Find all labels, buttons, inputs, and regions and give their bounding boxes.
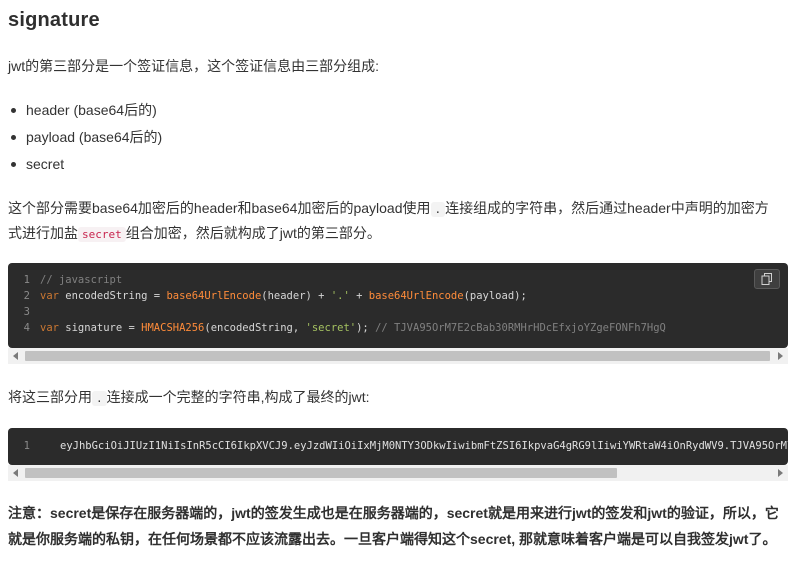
join-paragraph: 将这三部分用. 连接成一个完整的字符串,构成了最终的jwt: bbox=[8, 385, 370, 411]
code-token: signature = bbox=[58, 322, 142, 334]
description-paragraph-line2: 式进行加盐 secret 组合加密，然后就构成了jwt的第三部分。 bbox=[8, 221, 381, 247]
code-block-jwt[interactable]: 1 eyJhbGciOiJIUzI1NiIsInR5cCI6IkpXVCJ9.e… bbox=[8, 428, 788, 465]
code-token: HMACSHA256 bbox=[141, 322, 205, 334]
code-line: 2 var encodedString = base64UrlEncode(hea… bbox=[8, 288, 788, 304]
code-line: 1 eyJhbGciOiJIUzI1NiIsInR5cCI6IkpXVCJ9.e… bbox=[8, 438, 788, 454]
text-segment: 将这三部分用 bbox=[8, 389, 92, 405]
code-line: 1 // javascript bbox=[8, 272, 788, 288]
code-lines: 1 eyJhbGciOiJIUzI1NiIsInR5cCI6IkpXVCJ9.e… bbox=[8, 438, 788, 454]
code-token: base64UrlEncode bbox=[166, 290, 262, 302]
text-segment: 这个部分需要base64加密后的header和base64加密后的payload… bbox=[8, 200, 431, 216]
code-text: // javascript bbox=[40, 272, 122, 288]
line-number: 2 bbox=[23, 290, 30, 302]
scroll-left-arrow-icon[interactable] bbox=[13, 352, 18, 360]
line-number: 1 bbox=[23, 440, 30, 452]
text-segment: 式进行加盐 bbox=[8, 225, 78, 241]
code-token: var bbox=[40, 322, 59, 334]
horizontal-scrollbar[interactable] bbox=[8, 465, 788, 481]
scroll-right-arrow-icon[interactable] bbox=[778, 469, 783, 477]
horizontal-scrollbar[interactable] bbox=[8, 348, 788, 364]
code-text: var signature = HMACSHA256(encodedString… bbox=[40, 320, 666, 336]
copy-icon bbox=[761, 273, 772, 285]
code-lines: 1 // javascript 2 var encodedString = base6… bbox=[8, 272, 788, 336]
code-text: var encodedString = base64UrlEncode(head… bbox=[40, 288, 527, 304]
scrollbar-thumb[interactable] bbox=[25, 468, 617, 478]
code-token: base64UrlEncode bbox=[368, 290, 464, 302]
code-token: (header) + bbox=[261, 290, 331, 302]
warning-note: 注意：secret是保存在服务器端的，jwt的签发生成也是在服务器端的，secr… bbox=[8, 505, 779, 547]
scrollbar-thumb[interactable] bbox=[25, 351, 770, 361]
copy-button[interactable] bbox=[754, 269, 780, 289]
jwt-token-text: eyJhbGciOiJIUzI1NiIsInR5cCI6IkpXVCJ9.eyJ… bbox=[60, 440, 788, 452]
code-line: 3 bbox=[8, 304, 788, 320]
list-item: payload (base64后的) bbox=[10, 124, 162, 151]
scroll-right-arrow-icon[interactable] bbox=[778, 352, 783, 360]
code-token: encodedString = bbox=[58, 290, 167, 302]
scroll-left-arrow-icon[interactable] bbox=[13, 469, 18, 477]
components-list: header (base64后的) payload (base64后的) sec… bbox=[10, 97, 162, 178]
inline-code-dot: . bbox=[430, 202, 446, 217]
code-token: (payload); bbox=[463, 290, 527, 302]
code-token: // TJVA95OrM7E2cBab30RMHrHDcEfxjoYZgeFON… bbox=[375, 322, 666, 334]
list-item: header (base64后的) bbox=[10, 97, 162, 124]
intro-paragraph: jwt的第三部分是一个签证信息，这个签证信息由三部分组成: bbox=[8, 58, 379, 74]
line-number: 4 bbox=[23, 322, 30, 334]
list-item: secret bbox=[10, 151, 162, 178]
code-token: 'secret' bbox=[305, 322, 357, 334]
line-number: 3 bbox=[23, 306, 30, 318]
code-token: + bbox=[349, 290, 369, 302]
code-block-signature[interactable]: 1 // javascript 2 var encodedString = base6… bbox=[8, 263, 788, 348]
inline-code-dot: . bbox=[92, 391, 107, 406]
code-token: var bbox=[40, 290, 59, 302]
text-segment: 连接组成的字符串，然后通过header中声明的加密方 bbox=[445, 200, 769, 216]
description-paragraph-line1: 这个部分需要base64加密后的header和base64加密后的payload… bbox=[8, 196, 769, 222]
line-number: 1 bbox=[23, 274, 30, 286]
section-heading: signature bbox=[8, 9, 100, 31]
code-token: '.' bbox=[330, 290, 350, 302]
code-token: // javascript bbox=[40, 274, 123, 286]
inline-code-secret: secret bbox=[78, 227, 126, 242]
text-segment: 连接成一个完整的字符串,构成了最终的jwt: bbox=[106, 389, 370, 405]
code-token: (encodedString, bbox=[204, 322, 306, 334]
code-line: 4 var signature = HMACSHA256(encodedStrin… bbox=[8, 320, 788, 336]
text-segment: 组合加密，然后就构成了jwt的第三部分。 bbox=[125, 225, 381, 241]
code-token: ); bbox=[356, 322, 376, 334]
